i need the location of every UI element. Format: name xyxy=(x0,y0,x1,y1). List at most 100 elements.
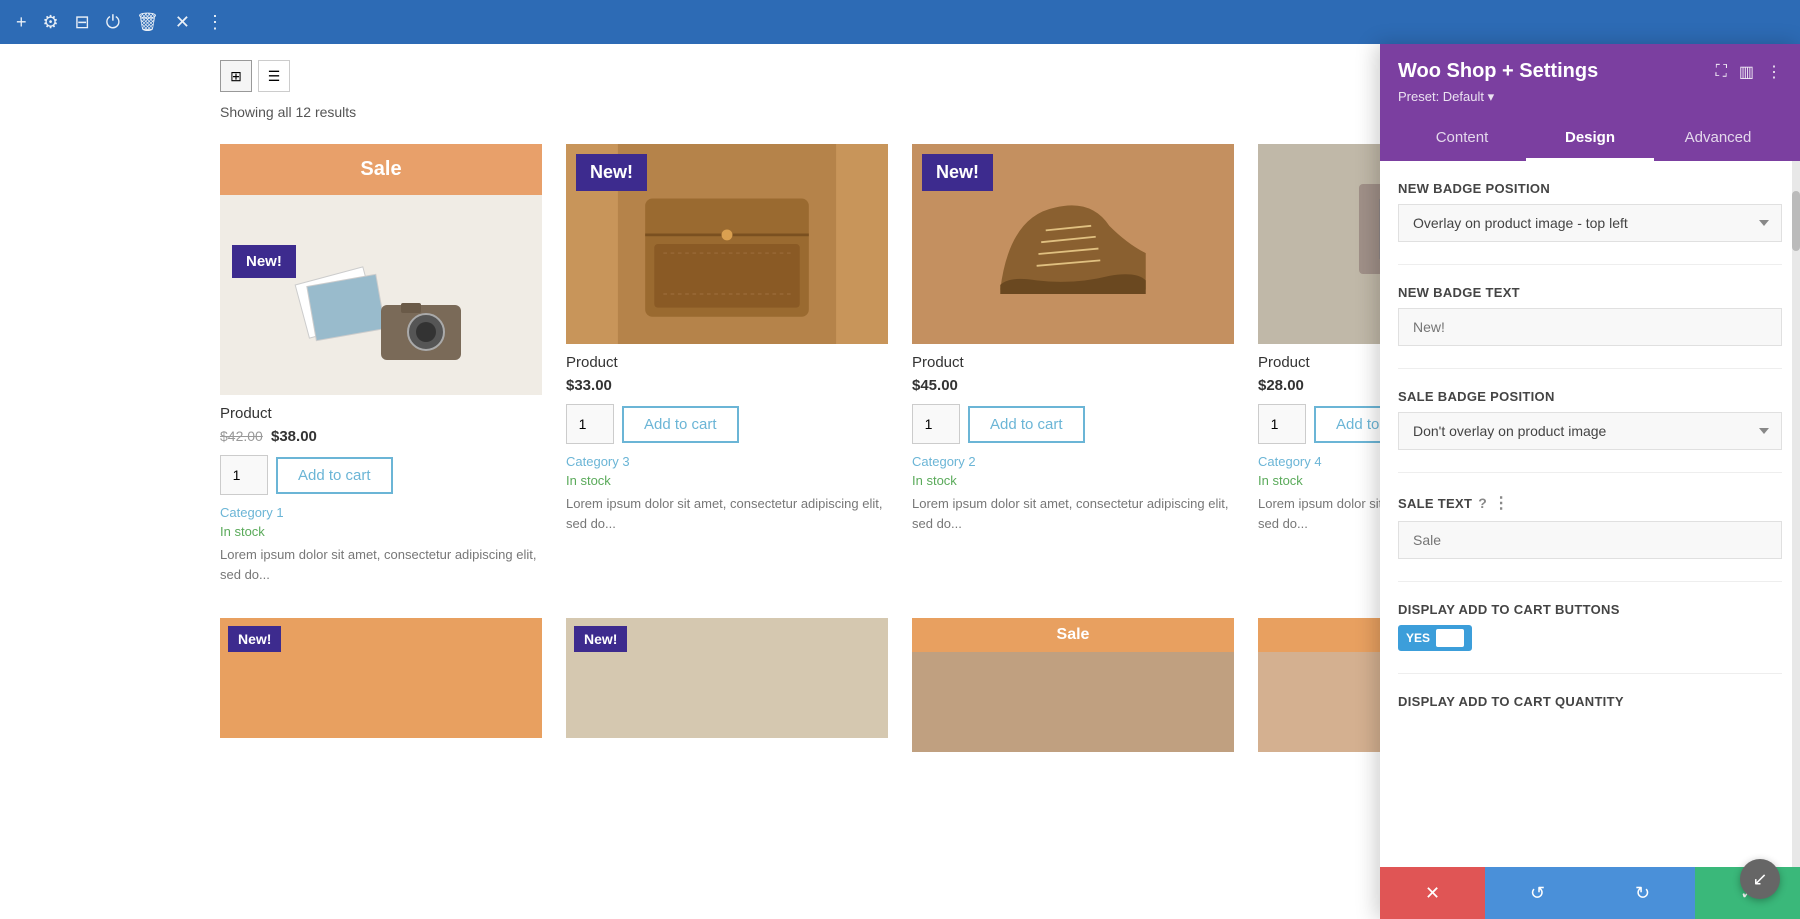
divider xyxy=(1398,368,1782,369)
display-add-to-cart-label: Display add to cart buttons xyxy=(1398,602,1782,617)
settings-panel: Woo Shop + Settings ⛶ ▥ ⋮ Preset: Defaul… xyxy=(1380,44,1800,919)
product-description: Lorem ipsum dolor sit amet, consectetur … xyxy=(566,494,888,533)
sale-text-label-text: Sale Text xyxy=(1398,496,1472,511)
module-icon[interactable]: ⊟ xyxy=(75,12,90,33)
new-badge-text-label: New Badge Text xyxy=(1398,285,1782,300)
list-view-button[interactable]: ☰ xyxy=(258,60,290,92)
product-stock: In stock xyxy=(912,473,1234,488)
product-grid: Sale New! Product xyxy=(220,144,1580,594)
product-image: New! xyxy=(566,618,888,738)
product-name: Product xyxy=(566,354,888,371)
add-to-cart-row: Add to cart xyxy=(566,404,888,444)
bottom-product-card: Sale xyxy=(912,618,1234,752)
results-count: Showing all 12 results xyxy=(220,104,1580,120)
add-icon[interactable]: + xyxy=(16,12,27,33)
view-toggles: ⊞ ☰ xyxy=(220,60,1580,92)
x-icon[interactable]: ✕ xyxy=(175,12,190,33)
tab-advanced[interactable]: Advanced xyxy=(1654,117,1782,161)
product-image: New! xyxy=(220,195,542,395)
panel-header: Woo Shop + Settings ⛶ ▥ ⋮ Preset: Defaul… xyxy=(1380,44,1800,161)
cancel-button[interactable]: ✕ xyxy=(1380,867,1485,919)
more-options-icon[interactable]: ⋮ xyxy=(1766,62,1782,82)
quantity-input[interactable] xyxy=(912,404,960,444)
panel-header-icons: ⛶ ▥ ⋮ xyxy=(1716,62,1782,82)
add-to-cart-button[interactable]: Add to cart xyxy=(968,406,1085,443)
float-button[interactable]: ↙ xyxy=(1740,859,1780,899)
quantity-input[interactable] xyxy=(1258,404,1306,444)
panel-tabs: Content Design Advanced xyxy=(1398,117,1782,161)
bottom-product-card: New! xyxy=(220,618,542,752)
toggle-yes-label: YES xyxy=(1406,631,1430,645)
display-add-to-cart-qty-field: Display add to cart quantity xyxy=(1398,694,1782,709)
product-name: Product xyxy=(912,354,1234,371)
product-name: Product xyxy=(220,405,542,422)
product-info: Product $45.00 Add to cart Category 2 In… xyxy=(912,344,1234,543)
bottom-product-card: New! xyxy=(566,618,888,752)
new-badge: New! xyxy=(232,245,296,278)
redo-button[interactable]: ↻ xyxy=(1590,867,1695,919)
product-image: New! xyxy=(912,144,1234,344)
add-to-cart-button[interactable]: Add to cart xyxy=(622,406,739,443)
display-add-to-cart-qty-label: Display add to cart quantity xyxy=(1398,694,1782,709)
product-category[interactable]: Category 3 xyxy=(566,454,888,469)
sale-badge-position-select[interactable]: Don't overlay on product image Overlay o… xyxy=(1398,412,1782,450)
sale-badge-bottom: Sale xyxy=(912,618,1234,652)
divider xyxy=(1398,472,1782,473)
new-badge: New! xyxy=(574,626,627,652)
product-image: New! xyxy=(566,144,888,344)
new-badge: New! xyxy=(576,154,647,191)
more-icon[interactable]: ⋮ xyxy=(206,12,224,33)
divider xyxy=(1398,264,1782,265)
more-icon[interactable]: ⋮ xyxy=(1493,493,1509,513)
action-bar: ✕ ↺ ↻ ✓ xyxy=(1380,867,1800,919)
price: $33.00 xyxy=(566,377,612,394)
add-to-cart-row: Add to cart xyxy=(220,455,542,495)
display-add-to-cart-toggle[interactable]: YES xyxy=(1398,625,1472,651)
new-badge: New! xyxy=(228,626,281,652)
power-icon[interactable]: ⏻ xyxy=(106,12,120,33)
columns-icon[interactable]: ▥ xyxy=(1739,62,1754,82)
new-badge-position-field: New Badge Position Overlay on product im… xyxy=(1398,181,1782,242)
price: $45.00 xyxy=(912,377,958,394)
new-badge: New! xyxy=(922,154,993,191)
new-badge-text-input[interactable] xyxy=(1398,308,1782,346)
product-price: $33.00 xyxy=(566,377,888,394)
add-to-cart-button[interactable]: Add to cart xyxy=(276,457,393,494)
divider xyxy=(1398,581,1782,582)
price: $28.00 xyxy=(1258,377,1304,394)
quantity-input[interactable] xyxy=(566,404,614,444)
screen-icon[interactable]: ⛶ xyxy=(1716,63,1727,81)
product-description: Lorem ipsum dolor sit amet, consectetur … xyxy=(912,494,1234,533)
new-badge-position-label: New Badge Position xyxy=(1398,181,1782,196)
product-card: New! Product $33.00 xyxy=(566,144,888,594)
new-badge-position-select[interactable]: Overlay on product image - top left Over… xyxy=(1398,204,1782,242)
sale-badge: Sale xyxy=(220,144,542,195)
sale-badge-position-field: Sale Badge Position Don't overlay on pro… xyxy=(1398,389,1782,450)
product-description: Lorem ipsum dolor sit amet, consectetur … xyxy=(220,545,542,584)
grid-view-button[interactable]: ⊞ xyxy=(220,60,252,92)
product-price: $42.00 $38.00 xyxy=(220,428,542,445)
product-category[interactable]: Category 2 xyxy=(912,454,1234,469)
product-card: New! Product $45.00 xyxy=(912,144,1234,594)
product-image xyxy=(912,652,1234,752)
preset-selector[interactable]: Preset: Default xyxy=(1398,89,1782,105)
panel-body: New Badge Position Overlay on product im… xyxy=(1380,161,1800,867)
product-stock: In stock xyxy=(220,524,542,539)
top-toolbar: + ⚙ ⊟ ⏻ 🗑 ✕ ⋮ xyxy=(0,0,1800,44)
settings-icon[interactable]: ⚙ xyxy=(43,12,59,33)
trash-icon[interactable]: 🗑 xyxy=(136,12,159,33)
undo-button[interactable]: ↺ xyxy=(1485,867,1590,919)
help-icon[interactable]: ? xyxy=(1478,495,1487,511)
tab-design[interactable]: Design xyxy=(1526,117,1654,161)
quantity-input[interactable] xyxy=(220,455,268,495)
scrollbar[interactable] xyxy=(1792,161,1800,867)
tab-content[interactable]: Content xyxy=(1398,117,1526,161)
toggle-thumb xyxy=(1436,629,1464,647)
scroll-thumb xyxy=(1792,191,1800,251)
add-to-cart-row: Add to cart xyxy=(912,404,1234,444)
toggle-row: YES xyxy=(1398,625,1782,651)
product-category[interactable]: Category 1 xyxy=(220,505,542,520)
sale-text-input[interactable] xyxy=(1398,521,1782,559)
new-price: $38.00 xyxy=(271,428,317,445)
product-info: Product $33.00 Add to cart Category 3 In… xyxy=(566,344,888,543)
